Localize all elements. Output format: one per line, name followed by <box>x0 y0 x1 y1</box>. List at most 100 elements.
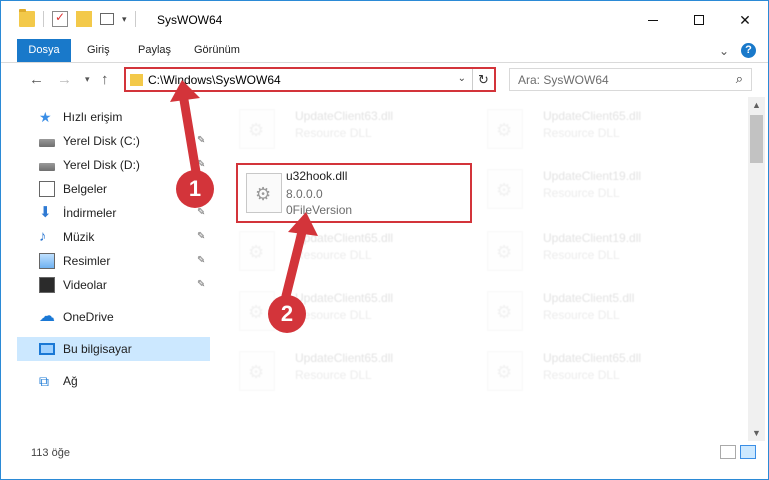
address-bar[interactable]: C:\Windows\SysWOW64 ⌄ ↻ <box>124 67 496 92</box>
maximize-button[interactable] <box>676 1 722 39</box>
pin-icon: ✎ <box>197 255 206 266</box>
recent-locations-icon[interactable]: ▾ <box>85 74 90 85</box>
refresh-icon[interactable]: ↻ <box>472 69 494 90</box>
file-type: Resource DLL <box>543 126 620 140</box>
navigation-bar: ← → ▾ ↑ C:\Windows\SysWOW64 ⌄ ↻ Ara: Sys… <box>1 63 768 95</box>
videos-icon <box>39 277 55 293</box>
minimize-button[interactable] <box>630 1 676 39</box>
file-list: UpdateClient63.dll Resource DLL UpdateCl… <box>217 97 747 441</box>
pin-icon: ✎ <box>197 135 206 146</box>
sidebar-item-downloads[interactable]: ⬇ İndirmeler ✎ <box>17 201 210 225</box>
view-toggle <box>720 445 756 459</box>
sidebar-item-label: Videolar <box>63 278 107 292</box>
list-item[interactable]: UpdateClient65.dll Resource DLL <box>475 341 711 401</box>
details-view-icon[interactable] <box>720 445 736 459</box>
list-item[interactable]: UpdateClient19.dll Resource DLL <box>475 221 711 281</box>
disk-icon <box>39 163 55 171</box>
music-icon: ♪ <box>39 228 47 245</box>
step-1-badge: 1 <box>176 170 214 208</box>
file-name: UpdateClient65.dll <box>295 291 394 305</box>
sidebar-item-label: Bu bilgisayar <box>63 342 132 356</box>
dll-file-icon <box>487 109 523 149</box>
pin-icon: ✎ <box>197 159 206 170</box>
up-arrow-icon[interactable]: ↑ <box>101 71 109 88</box>
vertical-scrollbar[interactable]: ▲ ▼ <box>748 97 765 441</box>
sidebar-item-pictures[interactable]: Resimler ✎ <box>17 249 210 273</box>
file-name: UpdateClient65.dll <box>543 109 642 123</box>
sidebar-item-local-disk-c[interactable]: Yerel Disk (C:) ✎ <box>17 129 210 153</box>
sidebar-item-quick-access[interactable]: ★ Hızlı erişim <box>17 105 210 129</box>
scroll-down-icon[interactable]: ▼ <box>748 425 765 441</box>
sidebar-item-label: İndirmeler <box>63 206 117 220</box>
sidebar-item-music[interactable]: ♪ Müzik ✎ <box>17 225 210 249</box>
scroll-up-icon[interactable]: ▲ <box>748 97 765 113</box>
large-icons-view-icon[interactable] <box>740 445 756 459</box>
address-dropdown-icon[interactable]: ⌄ <box>458 73 466 84</box>
window-title: SysWOW64 <box>157 13 223 27</box>
sidebar-item-network[interactable]: ⧉ Ağ <box>17 369 210 393</box>
status-bar: 113 öğe <box>1 441 768 479</box>
close-button[interactable]: ✕ <box>722 1 768 39</box>
list-item[interactable]: UpdateClient65.dll Resource DLL <box>227 221 463 281</box>
network-icon: ⧉ <box>39 373 49 389</box>
list-item[interactable]: UpdateClient65.dll Resource DLL <box>227 281 463 341</box>
list-item[interactable]: UpdateClient5.dll Resource DLL <box>475 281 711 341</box>
sidebar-item-label: Yerel Disk (D:) <box>63 158 140 172</box>
search-box[interactable]: Ara: SysWOW64 ⌕ <box>509 68 752 91</box>
properties-icon[interactable] <box>52 10 68 27</box>
file-name: UpdateClient19.dll <box>543 231 642 245</box>
new-folder-icon[interactable] <box>76 11 92 27</box>
customize-toolbar-icon[interactable] <box>100 13 114 25</box>
dll-file-icon <box>487 231 523 271</box>
file-name: UpdateClient19.dll <box>543 169 642 183</box>
help-icon[interactable]: ? <box>741 43 756 58</box>
back-arrow-icon[interactable]: ← <box>29 71 44 88</box>
forward-arrow-icon[interactable]: → <box>57 71 72 88</box>
pin-icon: ✎ <box>197 231 206 242</box>
minimize-icon <box>648 19 658 21</box>
search-icon[interactable]: ⌕ <box>736 71 743 87</box>
tab-home[interactable]: Giriş <box>87 39 110 62</box>
tab-view[interactable]: Görünüm <box>194 39 240 62</box>
dll-file-icon <box>487 291 523 331</box>
sidebar-item-onedrive[interactable]: ☁ OneDrive <box>17 305 210 329</box>
navigation-pane: ★ Hızlı erişim Yerel Disk (C:) ✎ Yerel D… <box>17 101 210 431</box>
file-name: UpdateClient65.dll <box>543 351 642 365</box>
step-2-badge: 2 <box>268 295 306 333</box>
folder-icon <box>19 9 35 27</box>
downloads-icon: ⬇ <box>39 204 52 221</box>
maximize-icon <box>694 15 704 25</box>
file-version: 8.0.0.0 <box>286 187 323 201</box>
sidebar-item-label: OneDrive <box>63 310 114 324</box>
address-path[interactable]: C:\Windows\SysWOW64 <box>148 73 281 87</box>
ribbon-right-controls: ⌄ ? <box>719 43 756 58</box>
expand-ribbon-icon[interactable]: ⌄ <box>719 44 729 58</box>
sidebar-item-label: Müzik <box>63 230 95 244</box>
pin-icon: ✎ <box>197 207 206 218</box>
list-item[interactable]: UpdateClient65.dll Resource DLL <box>475 99 711 159</box>
sidebar-item-label: Resimler <box>63 254 111 268</box>
pictures-icon <box>39 253 55 269</box>
sidebar-item-videos[interactable]: Videolar ✎ <box>17 273 210 297</box>
sidebar-item-label: Hızlı erişim <box>63 110 123 124</box>
sidebar-item-this-pc[interactable]: Bu bilgisayar <box>17 337 210 361</box>
scroll-thumb[interactable] <box>750 115 763 163</box>
file-type: Resource DLL <box>295 368 372 382</box>
dll-file-icon <box>239 351 275 391</box>
list-item[interactable]: UpdateClient19.dll Resource DLL <box>475 159 711 219</box>
file-name: UpdateClient65.dll <box>295 351 394 365</box>
file-description: 0FileVersion <box>286 203 353 217</box>
tab-share[interactable]: Paylaş <box>138 39 171 62</box>
sidebar-item-label: Ağ <box>63 374 78 388</box>
highlighted-file-u32hook[interactable]: u32hook.dll 8.0.0.0 0FileVersion <box>236 163 472 223</box>
customize-chevron-icon[interactable]: ▾ <box>122 14 127 25</box>
quick-access-icon: ★ <box>39 109 52 125</box>
sidebar-item-local-disk-d[interactable]: Yerel Disk (D:) ✎ <box>17 153 210 177</box>
sidebar-item-label: Yerel Disk (C:) <box>63 134 140 148</box>
tab-file[interactable]: Dosya <box>17 39 71 62</box>
list-item[interactable]: UpdateClient65.dll Resource DLL <box>227 341 463 401</box>
search-placeholder[interactable]: Ara: SysWOW64 <box>518 73 609 87</box>
file-name: u32hook.dll <box>286 169 348 183</box>
file-type: Resource DLL <box>543 308 620 322</box>
list-item[interactable]: UpdateClient63.dll Resource DLL <box>227 99 463 159</box>
